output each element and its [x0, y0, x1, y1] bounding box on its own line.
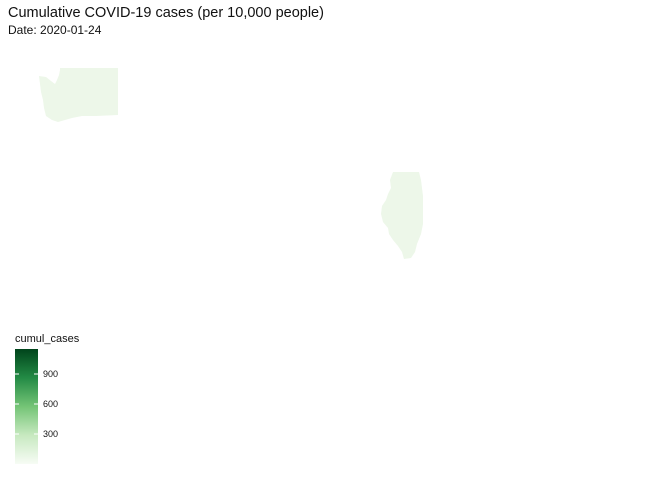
region-washington — [39, 68, 118, 122]
legend-label-600: 600 — [43, 399, 59, 409]
region-illinois — [381, 172, 423, 259]
map-canvas — [39, 68, 423, 259]
legend-title: cumul_cases — [15, 333, 80, 345]
legend-gradient-rect — [15, 349, 38, 464]
legend-label-900: 900 — [43, 369, 59, 379]
legend-colorbar — [15, 349, 38, 464]
legend-label-300: 300 — [43, 429, 59, 439]
